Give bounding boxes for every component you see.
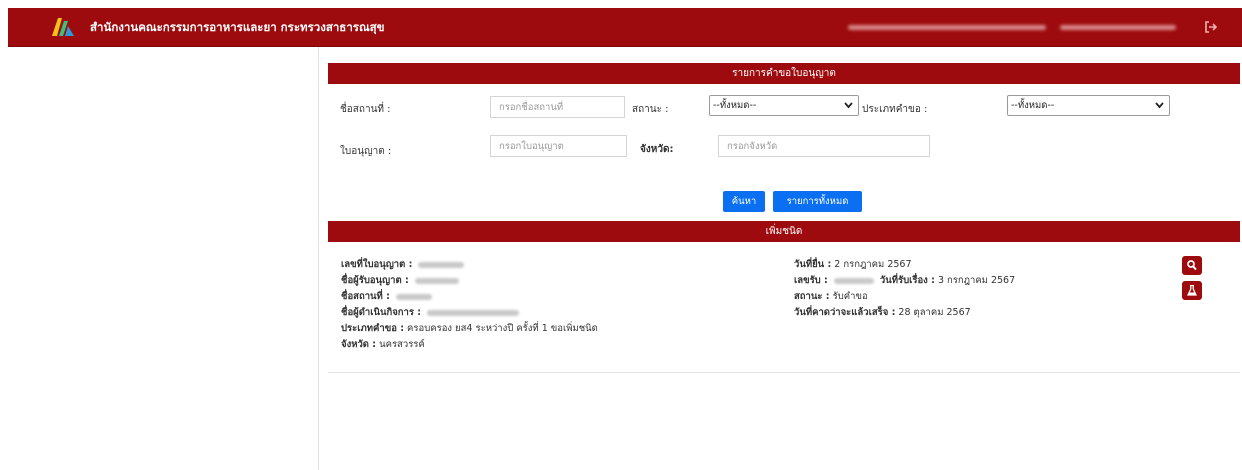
submit-date-row: วันที่ยื่น : 2 กรกฎาคม 2567 xyxy=(794,257,912,272)
place-label: ชื่อสถานที่ : xyxy=(341,291,390,302)
status-selected: --ทั้งหมด-- xyxy=(713,100,757,111)
licensee-redacted xyxy=(414,277,459,284)
status-label: สถานะ : xyxy=(632,104,669,115)
show-all-button[interactable]: รายการทั้งหมด xyxy=(773,191,862,212)
province-label: จังหวัด: xyxy=(640,144,674,155)
request-type-result-label: ประเภทคำขอ : xyxy=(341,323,405,334)
window-frame-left xyxy=(0,0,8,470)
user-agency-redacted xyxy=(848,25,1046,30)
expected-date-label: วันที่คาดว่าจะแล้วเสร็จ : xyxy=(794,307,896,318)
status-value: รับคำขอ xyxy=(832,291,868,302)
operator-row: ชื่อผู้ดำเนินกิจการ : xyxy=(341,305,520,320)
chevron-down-icon xyxy=(1155,102,1164,109)
status-result-label: สถานะ : xyxy=(794,291,830,302)
search-button[interactable]: ค้นหา xyxy=(723,191,765,212)
receipt-no-label: เลขรับ : xyxy=(794,275,828,286)
window-frame-top xyxy=(0,0,1242,8)
province-value: นครสวรรค์ xyxy=(379,339,425,350)
submit-date-label: วันที่ยื่น : xyxy=(794,259,832,270)
sidebar xyxy=(8,47,319,470)
result-panel-header: เพิ่มชนิด xyxy=(328,221,1240,242)
licensee-row: ชื่อผู้รับอนุญาต : xyxy=(341,273,459,288)
receipt-no-redacted xyxy=(833,277,874,284)
receipt-date-label: วันที่รับเรื่อง : xyxy=(879,275,935,286)
view-detail-button[interactable] xyxy=(1182,256,1202,275)
operator-redacted xyxy=(427,309,520,316)
place-row: ชื่อสถานที่ : xyxy=(341,289,432,304)
search-icon xyxy=(1187,260,1197,271)
brand-title[interactable]: สำนักงานคณะกรรมการอาหารและยา กระทรวงสาธา… xyxy=(90,19,385,37)
license-input[interactable] xyxy=(490,135,627,157)
place-name-input[interactable] xyxy=(490,96,625,118)
license-label: ใบอนุญาต : xyxy=(340,146,392,157)
chevron-down-icon xyxy=(844,102,853,109)
flask-icon xyxy=(1187,285,1197,296)
user-name-redacted[interactable] xyxy=(1060,25,1176,30)
request-type-selected: --ทั้งหมด-- xyxy=(1011,100,1055,111)
license-no-redacted xyxy=(418,261,465,268)
expected-date-row: วันที่คาดว่าจะแล้วเสร็จ : 28 ตุลาคม 2567 xyxy=(794,305,971,320)
licensee-label: ชื่อผู้รับอนุญาต : xyxy=(341,275,409,286)
top-navbar: สำนักงานคณะกรรมการอาหารและยา กระทรวงสาธา… xyxy=(8,8,1242,47)
request-type-label: ประเภทคำขอ : xyxy=(862,104,928,115)
receipt-date-value: 3 กรกฎาคม 2567 xyxy=(937,275,1016,286)
operator-label: ชื่อผู้ดำเนินกิจการ : xyxy=(341,307,422,318)
fda-logo-icon[interactable] xyxy=(52,18,74,36)
request-type-value: ครอบครอง ยส4 ระหว่างปี ครั้งที่ 1 ขอเพิ่… xyxy=(407,323,598,334)
sign-out-icon[interactable] xyxy=(1204,20,1218,34)
province-result-label: จังหวัด : xyxy=(341,339,377,350)
expected-date-value: 28 ตุลาคม 2567 xyxy=(898,307,971,318)
request-type-select[interactable]: --ทั้งหมด-- xyxy=(1007,95,1170,116)
lab-test-button[interactable] xyxy=(1182,281,1202,300)
place-redacted xyxy=(395,293,432,300)
license-no-label: เลขที่ใบอนุญาต : xyxy=(341,259,413,270)
receipt-row: เลขรับ : วันที่รับเรื่อง : 3 กรกฎาคม 256… xyxy=(794,273,1015,288)
request-type-row: ประเภทคำขอ : ครอบครอง ยส4 ระหว่างปี ครั้… xyxy=(341,321,598,336)
result-card: เลขที่ใบอนุญาต : ชื่อผู้รับอนุญาต : ชื่อ… xyxy=(328,242,1240,373)
search-panel-header: รายการคำขอใบอนุญาต xyxy=(328,63,1240,84)
submit-date-value: 2 กรกฎาคม 2567 xyxy=(834,259,912,270)
province-row: จังหวัด : นครสวรรค์ xyxy=(341,337,425,352)
status-row: สถานะ : รับคำขอ xyxy=(794,289,868,304)
license-no-row: เลขที่ใบอนุญาต : xyxy=(341,257,465,272)
status-select[interactable]: --ทั้งหมด-- xyxy=(709,95,859,116)
province-input[interactable] xyxy=(718,135,930,157)
place-name-label: ชื่อสถานที่ : xyxy=(340,104,391,115)
